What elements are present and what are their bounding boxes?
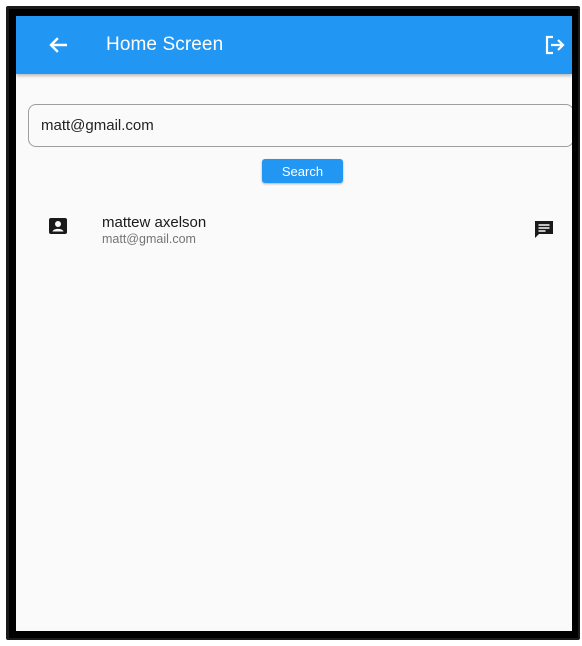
logout-icon <box>545 35 565 55</box>
logout-button[interactable] <box>542 33 568 57</box>
back-button[interactable] <box>46 33 70 57</box>
search-button[interactable]: Search <box>262 159 343 183</box>
contact-card-icon <box>49 218 67 234</box>
result-name: mattew axelson <box>102 214 207 231</box>
app-bar: Home Screen <box>16 16 572 74</box>
app-screen: Home Screen Search mattew axelson matt@g… <box>16 16 572 631</box>
chat-button[interactable] <box>532 218 556 240</box>
search-input[interactable] <box>28 104 572 147</box>
arrow-left-icon <box>49 37 67 53</box>
list-item[interactable]: mattew axelson matt@gmail.com <box>16 212 572 256</box>
chat-message-icon <box>535 221 553 238</box>
page-title: Home Screen <box>106 34 224 55</box>
result-email: matt@gmail.com <box>102 232 196 246</box>
